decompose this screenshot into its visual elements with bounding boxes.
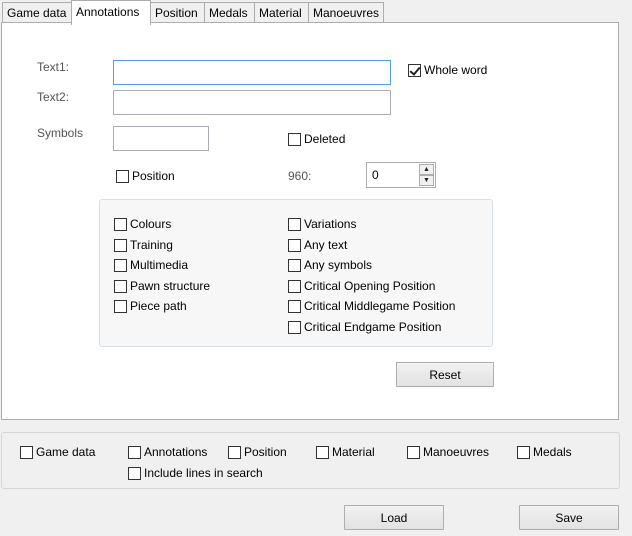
tab-label: Medals xyxy=(209,6,248,20)
critical-endgame-label: Critical Endgame Position xyxy=(304,320,442,334)
piece-path-label: Piece path xyxy=(130,299,187,313)
include-lines-checkbox[interactable] xyxy=(128,467,141,480)
load-button[interactable]: Load xyxy=(344,505,444,530)
tab-label: Game data xyxy=(7,6,67,20)
annotations-panel: Text1: Whole word Text2: Symbols Deleted… xyxy=(1,22,619,420)
scope-medals-label: Medals xyxy=(533,445,572,459)
piece-path-checkbox[interactable] xyxy=(114,300,127,313)
position-checkbox[interactable] xyxy=(116,170,129,183)
scope-position-label: Position xyxy=(244,445,287,459)
search-scope-group: Game data Annotations Position Material … xyxy=(1,432,620,489)
multimedia-checkbox[interactable] xyxy=(114,259,127,272)
any-symbols-checkbox[interactable] xyxy=(288,259,301,272)
multimedia-label: Multimedia xyxy=(130,258,189,272)
any-text-checkbox[interactable] xyxy=(288,239,301,252)
text2-input[interactable] xyxy=(113,90,391,115)
symbols-label: Symbols xyxy=(37,126,84,140)
tab-medals[interactable]: Medals xyxy=(204,2,255,23)
whole-word-label: Whole word xyxy=(424,63,488,77)
tab-game-data[interactable]: Game data xyxy=(2,2,72,23)
position-label: Position xyxy=(132,169,175,183)
deleted-checkbox[interactable] xyxy=(288,133,301,146)
include-lines-label: Include lines in search xyxy=(144,466,263,480)
tab-label: Annotations xyxy=(76,5,140,19)
colours-label: Colours xyxy=(130,217,172,231)
critical-opening-label: Critical Opening Position xyxy=(304,279,436,293)
tab-label: Material xyxy=(259,6,302,20)
any-text-label: Any text xyxy=(304,238,348,252)
pawn-structure-checkbox[interactable] xyxy=(114,280,127,293)
deleted-label: Deleted xyxy=(304,132,346,146)
options-group: Colours Training Multimedia Pawn structu… xyxy=(99,199,493,347)
scope-material-checkbox[interactable] xyxy=(316,446,329,459)
colours-checkbox[interactable] xyxy=(114,218,127,231)
chess960-label: 960: xyxy=(288,169,312,183)
tab-label: Position xyxy=(155,6,198,20)
spin-down-button[interactable]: ▼ xyxy=(419,175,434,186)
scope-material-label: Material xyxy=(332,445,375,459)
critical-middlegame-checkbox[interactable] xyxy=(288,300,301,313)
critical-endgame-checkbox[interactable] xyxy=(288,321,301,334)
variations-checkbox[interactable] xyxy=(288,218,301,231)
tab-label: Manoeuvres xyxy=(313,6,380,20)
training-checkbox[interactable] xyxy=(114,239,127,252)
tab-manoeuvres[interactable]: Manoeuvres xyxy=(308,2,384,23)
training-label: Training xyxy=(130,238,173,252)
chess960-value: 0 xyxy=(372,168,379,182)
spin-up-button[interactable]: ▲ xyxy=(419,164,434,175)
tab-annotations[interactable]: Annotations xyxy=(71,0,151,25)
scope-manoeuvres-checkbox[interactable] xyxy=(407,446,420,459)
text1-label: Text1: xyxy=(37,60,70,74)
text2-label: Text2: xyxy=(37,90,70,104)
chess960-spinbox[interactable]: 0 ▲ ▼ xyxy=(366,162,436,188)
load-label: Load xyxy=(380,511,408,525)
scope-annotations-label: Annotations xyxy=(144,445,208,459)
tab-position[interactable]: Position xyxy=(150,2,205,23)
scope-game-data-label: Game data xyxy=(36,445,96,459)
scope-manoeuvres-label: Manoeuvres xyxy=(423,445,490,459)
whole-word-checkbox[interactable] xyxy=(408,64,421,77)
text1-input[interactable] xyxy=(113,60,391,85)
scope-medals-checkbox[interactable] xyxy=(517,446,530,459)
symbols-input[interactable] xyxy=(113,126,209,151)
save-label: Save xyxy=(555,511,583,525)
variations-label: Variations xyxy=(304,217,357,231)
save-button[interactable]: Save xyxy=(519,505,619,530)
tab-material[interactable]: Material xyxy=(254,2,309,23)
scope-position-checkbox[interactable] xyxy=(228,446,241,459)
reset-label: Reset xyxy=(429,368,461,382)
scope-game-data-checkbox[interactable] xyxy=(20,446,33,459)
pawn-structure-label: Pawn structure xyxy=(130,279,211,293)
any-symbols-label: Any symbols xyxy=(304,258,373,272)
critical-middlegame-label: Critical Middlegame Position xyxy=(304,299,456,313)
critical-opening-checkbox[interactable] xyxy=(288,280,301,293)
scope-annotations-checkbox[interactable] xyxy=(128,446,141,459)
reset-button[interactable]: Reset xyxy=(396,362,494,387)
